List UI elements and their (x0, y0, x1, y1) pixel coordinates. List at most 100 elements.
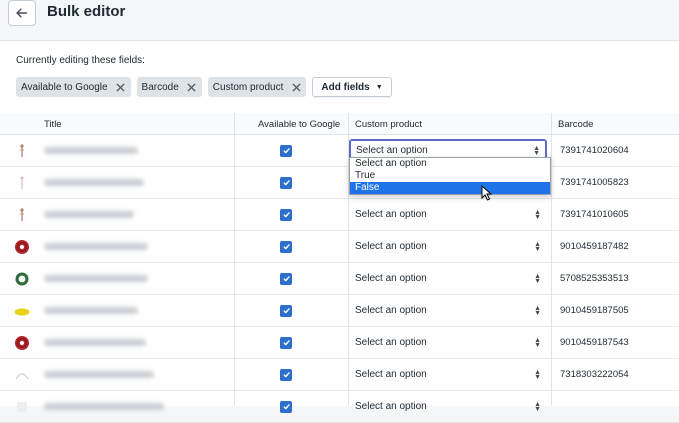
custom-product-select[interactable]: Select an option ▲▼ (349, 267, 547, 291)
barcode-value: 7391741020604 (560, 145, 629, 156)
product-thumbnail (14, 391, 34, 422)
product-image-icon (14, 239, 30, 255)
product-thumbnail (14, 327, 34, 358)
table-row: Select an option ▲ ▼ 7391741010605 (0, 199, 679, 231)
product-title-cell[interactable] (44, 231, 224, 262)
product-image-icon (14, 175, 30, 191)
barcode-value: 9010459187543 (560, 337, 629, 348)
available-to-google-checkbox[interactable] (280, 263, 296, 294)
select-arrows-icon: ▲▼ (534, 272, 541, 285)
available-to-google-checkbox[interactable] (280, 231, 296, 262)
available-to-google-checkbox[interactable] (280, 295, 296, 326)
add-fields-button[interactable]: Add fields ▼ (312, 77, 392, 97)
custom-product-select[interactable]: Select an option ▲▼ (349, 395, 547, 419)
product-title-redacted (44, 307, 138, 314)
checkmark-icon (280, 144, 292, 157)
custom-product-select[interactable]: Select an option ▲▼ (349, 331, 547, 355)
close-icon (292, 82, 301, 92)
chip-custom-product: Custom product (207, 77, 307, 97)
field-chips: Available to Google Barcode Custom produ… (16, 77, 392, 97)
custom-product-select[interactable]: Select an option ▲▼ (349, 235, 547, 259)
back-button[interactable] (8, 0, 36, 26)
select-value: Select an option (355, 209, 427, 220)
select-arrows-icon: ▲▼ (534, 336, 541, 349)
barcode-cell[interactable]: 7391741010605 (552, 199, 679, 230)
select-value: Select an option (356, 145, 428, 156)
product-title-cell[interactable] (44, 327, 224, 358)
custom-product-select-cell[interactable]: Select an option ▲▼ (349, 391, 549, 422)
custom-product-select-cell[interactable]: Select an option ▲▼ (349, 199, 549, 230)
product-title-cell[interactable] (44, 359, 224, 390)
checkmark-icon (280, 272, 292, 285)
product-title-cell[interactable] (44, 167, 224, 198)
select-value: Select an option (355, 337, 427, 348)
barcode-cell[interactable] (552, 391, 679, 422)
custom-product-dropdown[interactable]: Select an option True False (349, 157, 551, 195)
column-header-available-to-google: Available to Google (258, 118, 341, 130)
available-to-google-checkbox[interactable] (280, 391, 296, 422)
select-value: Select an option (355, 273, 427, 284)
select-arrows-icon: ▲▼ (534, 304, 541, 317)
checkmark-icon (280, 336, 292, 349)
close-icon (187, 82, 196, 92)
barcode-cell[interactable]: 7391741005823 (552, 167, 679, 198)
chip-label: Barcode (141, 81, 179, 93)
barcode-value: 7391741005823 (560, 177, 629, 188)
barcode-cell[interactable]: 9010459187543 (552, 327, 679, 358)
barcode-cell[interactable]: 9010459187505 (552, 295, 679, 326)
remove-chip-custom-product-button[interactable] (291, 82, 301, 92)
product-thumbnail (14, 167, 34, 198)
table-row: Select an option ▲ ▼ 7318303222054 (0, 359, 679, 391)
dropdown-option-select[interactable]: Select an option (350, 158, 550, 170)
select-value: Select an option (355, 305, 427, 316)
available-to-google-checkbox[interactable] (280, 359, 296, 390)
product-title-cell[interactable] (44, 295, 224, 326)
column-header-title: Title (44, 118, 62, 130)
custom-product-select-cell[interactable]: Select an option ▲▼ (349, 231, 549, 262)
select-value: Select an option (355, 401, 427, 412)
barcode-cell[interactable]: 7391741020604 (552, 135, 679, 166)
product-image-icon (14, 303, 30, 319)
available-to-google-checkbox[interactable] (280, 135, 296, 166)
select-arrows-icon: ▲▼ (534, 240, 541, 253)
table-row: Select an option ▲ ▼ 5708525353513 (0, 263, 679, 295)
table-row: Select an option ▲ ▼ 9010459187482 (0, 231, 679, 263)
product-title-cell[interactable] (44, 391, 224, 422)
remove-chip-barcode-button[interactable] (187, 82, 197, 92)
custom-product-select-cell[interactable]: Select an option ▲▼ (349, 327, 549, 358)
custom-product-select-cell[interactable]: Select an option ▲▼ (349, 295, 549, 326)
custom-product-select-cell[interactable]: Select an option ▲▼ (349, 263, 549, 294)
product-thumbnail (14, 295, 34, 326)
custom-product-select[interactable]: Select an option ▲▼ (349, 363, 547, 387)
barcode-cell[interactable]: 5708525353513 (552, 263, 679, 294)
product-image-icon (14, 367, 30, 383)
custom-product-select[interactable]: Select an option ▲▼ (349, 203, 547, 227)
select-arrows-icon: ▲▼ (534, 368, 541, 381)
product-title-cell[interactable] (44, 199, 224, 230)
product-title-cell[interactable] (44, 263, 224, 294)
dropdown-option-false[interactable]: False (350, 182, 550, 194)
arrow-left-icon (16, 8, 27, 18)
product-title-redacted (44, 147, 138, 154)
editing-fields-label: Currently editing these fields: (16, 55, 145, 66)
available-to-google-checkbox[interactable] (280, 327, 296, 358)
available-to-google-checkbox[interactable] (280, 167, 296, 198)
product-thumbnail (14, 231, 34, 262)
product-title-redacted (44, 243, 148, 250)
barcode-value: 9010459187505 (560, 305, 629, 316)
custom-product-select[interactable]: Select an option ▲▼ (349, 299, 547, 323)
product-title-cell[interactable] (44, 135, 224, 166)
product-title-redacted (44, 211, 134, 218)
dropdown-option-true[interactable]: True (350, 170, 550, 182)
custom-product-select-cell[interactable]: Select an option ▲▼ (349, 359, 549, 390)
remove-chip-available-to-google-button[interactable] (116, 82, 126, 92)
chip-barcode: Barcode (136, 77, 202, 97)
product-title-redacted (44, 403, 164, 410)
product-image-icon (14, 335, 30, 351)
product-thumbnail (14, 359, 34, 390)
barcode-cell[interactable]: 7318303222054 (552, 359, 679, 390)
select-arrows-icon: ▲▼ (533, 144, 540, 157)
available-to-google-checkbox[interactable] (280, 199, 296, 230)
select-arrows-icon: ▲▼ (534, 400, 541, 413)
barcode-cell[interactable]: 9010459187482 (552, 231, 679, 262)
